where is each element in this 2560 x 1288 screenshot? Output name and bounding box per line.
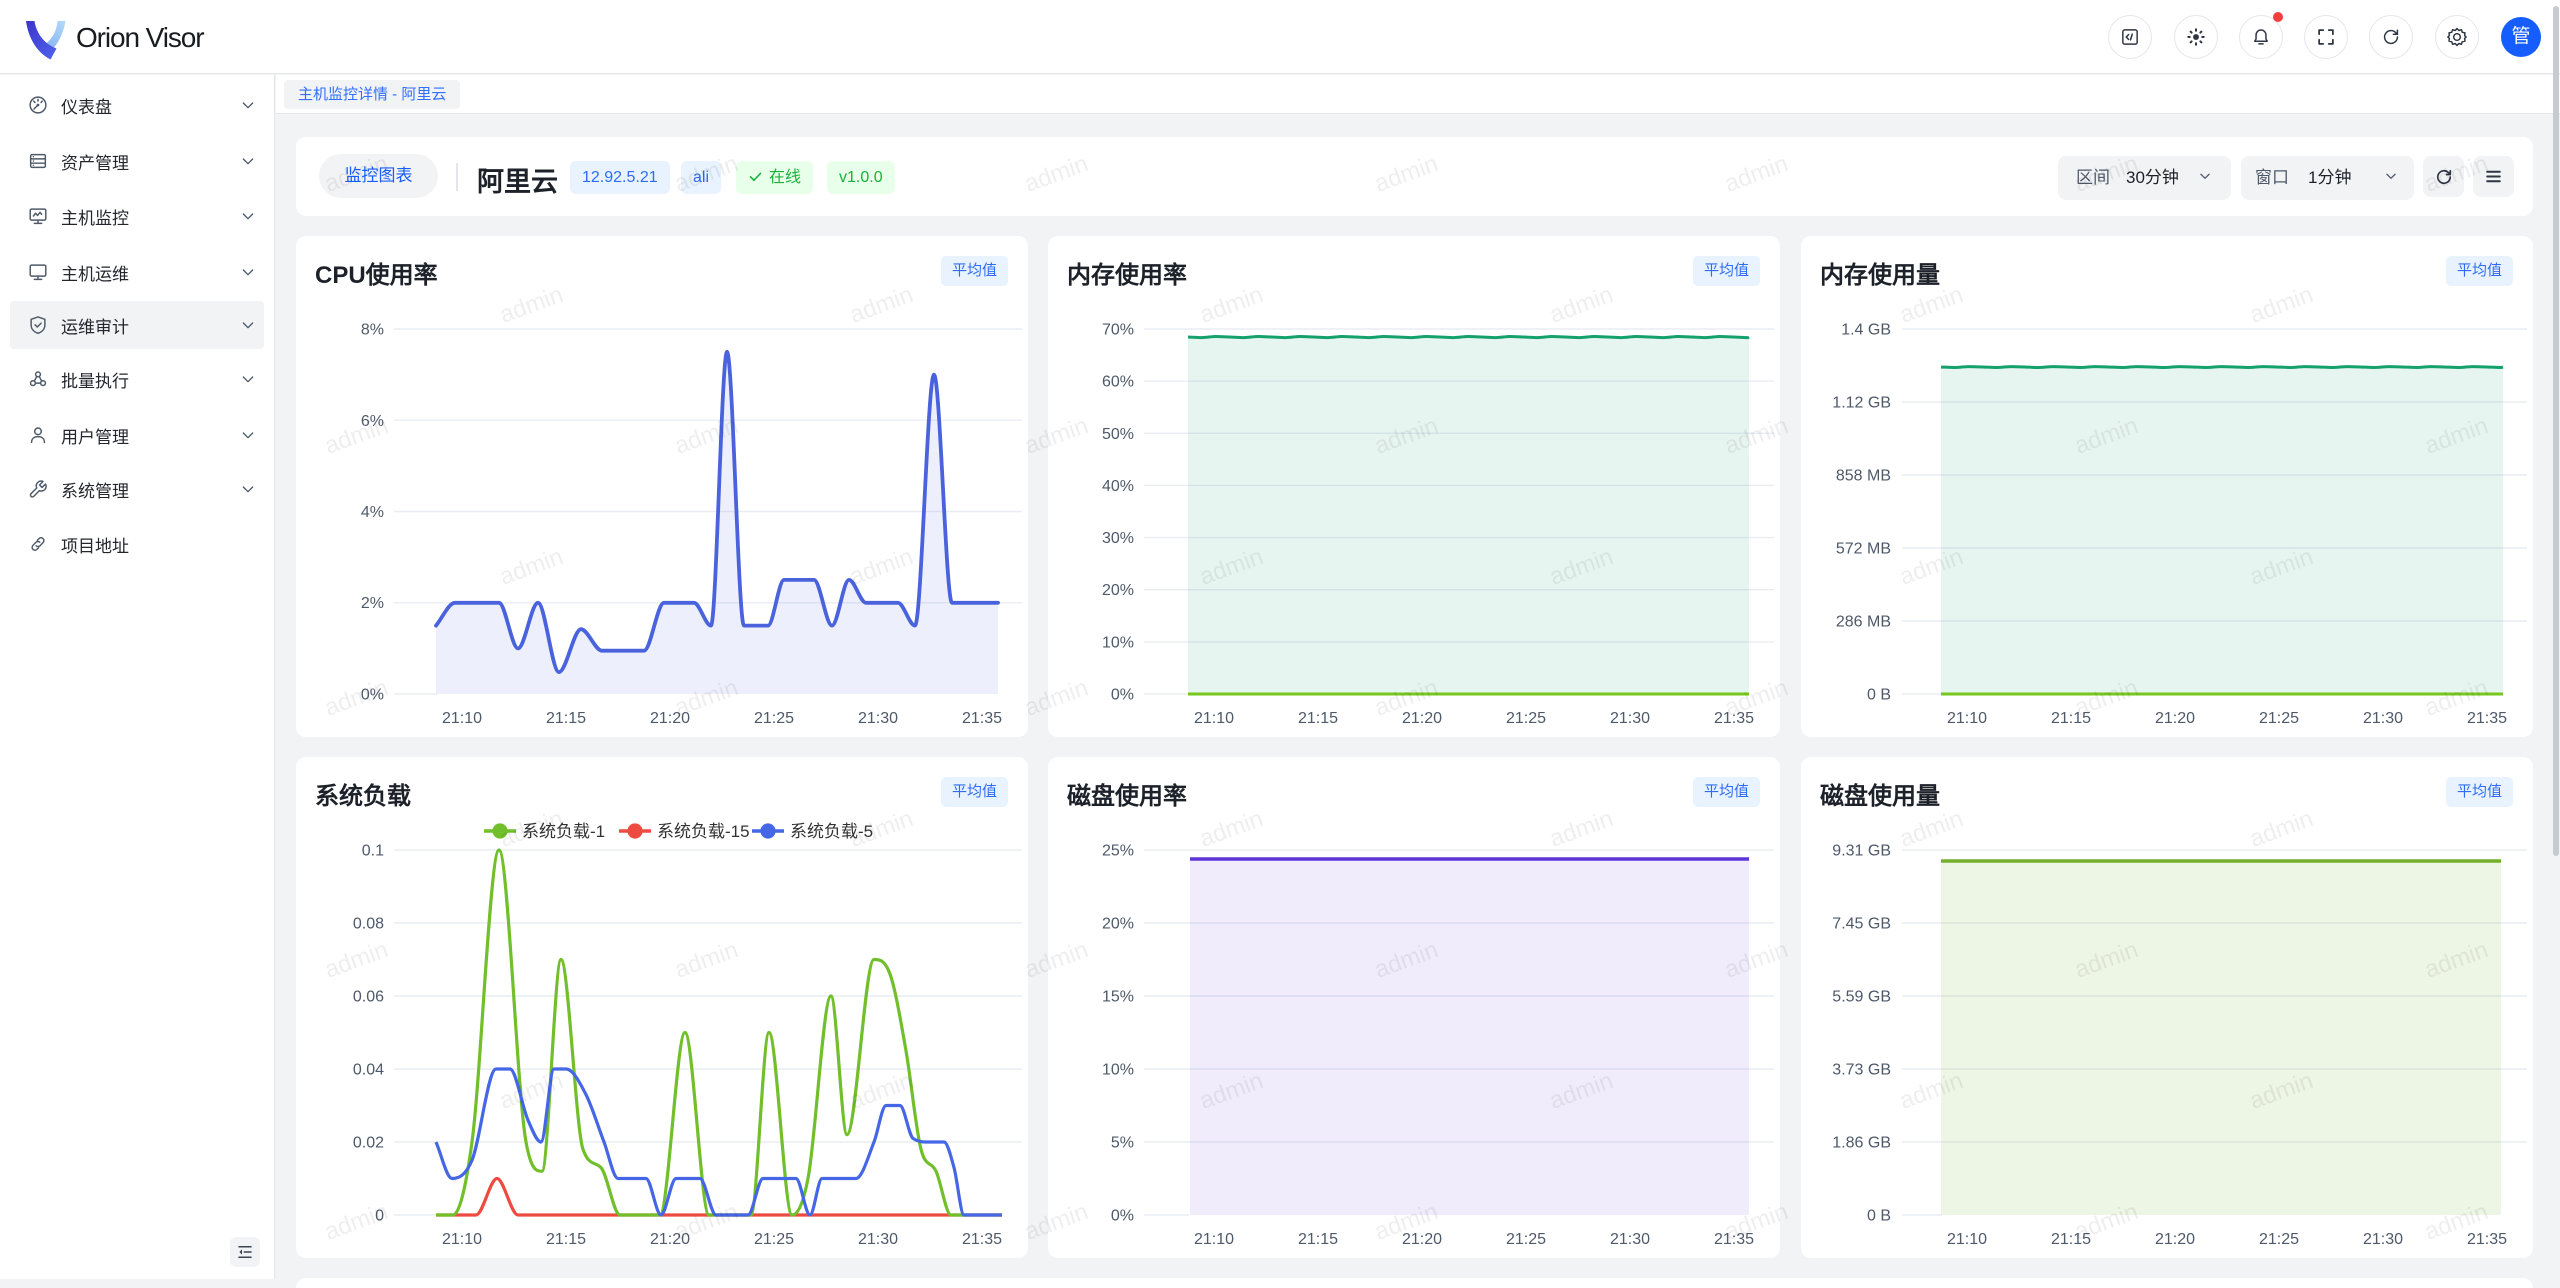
svg-text:0 B: 0 B xyxy=(1867,687,1891,704)
svg-text:60%: 60% xyxy=(1102,374,1134,391)
svg-text:21:20: 21:20 xyxy=(650,710,690,727)
svg-text:21:30: 21:30 xyxy=(1610,1231,1650,1248)
svg-text:20%: 20% xyxy=(1102,582,1134,599)
svg-text:286 MB: 286 MB xyxy=(1836,614,1891,631)
svg-text:0.08: 0.08 xyxy=(353,916,384,933)
svg-text:21:30: 21:30 xyxy=(2363,1231,2403,1248)
svg-text:1.4 GB: 1.4 GB xyxy=(1841,322,1891,339)
svg-text:21:20: 21:20 xyxy=(1402,1231,1442,1248)
svg-text:572 MB: 572 MB xyxy=(1836,541,1891,558)
svg-text:0.04: 0.04 xyxy=(353,1062,384,1079)
svg-text:10%: 10% xyxy=(1102,634,1134,651)
svg-text:21:25: 21:25 xyxy=(2259,710,2299,727)
svg-text:50%: 50% xyxy=(1102,426,1134,443)
svg-text:系统负载-1: 系统负载-1 xyxy=(522,822,605,841)
svg-text:21:10: 21:10 xyxy=(1947,1231,1987,1248)
svg-text:3.73 GB: 3.73 GB xyxy=(1832,1062,1891,1079)
svg-text:0.06: 0.06 xyxy=(353,989,384,1006)
svg-text:21:30: 21:30 xyxy=(2363,710,2403,727)
svg-text:21:20: 21:20 xyxy=(2155,1231,2195,1248)
svg-text:858 MB: 858 MB xyxy=(1836,468,1891,485)
svg-text:21:15: 21:15 xyxy=(546,710,586,727)
svg-text:21:15: 21:15 xyxy=(1298,710,1338,727)
svg-text:2%: 2% xyxy=(361,595,384,612)
svg-text:5%: 5% xyxy=(1111,1135,1134,1152)
svg-text:0%: 0% xyxy=(361,687,384,704)
svg-text:21:20: 21:20 xyxy=(1402,710,1442,727)
svg-text:7.45 GB: 7.45 GB xyxy=(1832,916,1891,933)
svg-text:0%: 0% xyxy=(1111,687,1134,704)
svg-text:21:25: 21:25 xyxy=(1506,1231,1546,1248)
svg-text:21:15: 21:15 xyxy=(2051,710,2091,727)
svg-text:21:15: 21:15 xyxy=(2051,1231,2091,1248)
svg-text:21:35: 21:35 xyxy=(962,1231,1002,1248)
svg-text:0%: 0% xyxy=(1111,1208,1134,1225)
svg-text:21:35: 21:35 xyxy=(2467,1231,2507,1248)
svg-text:21:35: 21:35 xyxy=(1714,710,1754,727)
svg-text:21:35: 21:35 xyxy=(1714,1231,1754,1248)
svg-text:20%: 20% xyxy=(1102,916,1134,933)
svg-text:21:15: 21:15 xyxy=(546,1231,586,1248)
svg-text:21:30: 21:30 xyxy=(1610,710,1650,727)
svg-text:21:30: 21:30 xyxy=(858,1231,898,1248)
svg-text:21:10: 21:10 xyxy=(1194,710,1234,727)
svg-text:21:10: 21:10 xyxy=(442,710,482,727)
svg-text:1.12 GB: 1.12 GB xyxy=(1832,395,1891,412)
svg-text:21:10: 21:10 xyxy=(1194,1231,1234,1248)
svg-text:0 B: 0 B xyxy=(1867,1208,1891,1225)
svg-text:0.1: 0.1 xyxy=(362,843,384,860)
svg-text:40%: 40% xyxy=(1102,478,1134,495)
svg-text:21:30: 21:30 xyxy=(858,710,898,727)
svg-text:4%: 4% xyxy=(361,504,384,521)
svg-text:10%: 10% xyxy=(1102,1062,1134,1079)
svg-text:0.02: 0.02 xyxy=(353,1135,384,1152)
svg-text:21:20: 21:20 xyxy=(650,1231,690,1248)
svg-text:系统负载-15: 系统负载-15 xyxy=(657,822,750,841)
svg-text:70%: 70% xyxy=(1102,322,1134,339)
svg-text:21:10: 21:10 xyxy=(442,1231,482,1248)
svg-text:21:35: 21:35 xyxy=(962,710,1002,727)
svg-text:21:10: 21:10 xyxy=(1947,710,1987,727)
svg-text:0: 0 xyxy=(375,1208,384,1225)
svg-text:21:25: 21:25 xyxy=(754,1231,794,1248)
svg-text:15%: 15% xyxy=(1102,989,1134,1006)
svg-text:9.31 GB: 9.31 GB xyxy=(1832,843,1891,860)
svg-text:5.59 GB: 5.59 GB xyxy=(1832,989,1891,1006)
svg-text:21:20: 21:20 xyxy=(2155,710,2195,727)
svg-text:21:25: 21:25 xyxy=(754,710,794,727)
svg-text:21:15: 21:15 xyxy=(1298,1231,1338,1248)
svg-text:1.86 GB: 1.86 GB xyxy=(1832,1135,1891,1152)
svg-text:21:25: 21:25 xyxy=(1506,710,1546,727)
svg-text:25%: 25% xyxy=(1102,843,1134,860)
svg-text:8%: 8% xyxy=(361,322,384,339)
svg-text:21:35: 21:35 xyxy=(2467,710,2507,727)
svg-text:21:25: 21:25 xyxy=(2259,1231,2299,1248)
svg-text:6%: 6% xyxy=(361,413,384,430)
svg-text:30%: 30% xyxy=(1102,530,1134,547)
svg-text:系统负载-5: 系统负载-5 xyxy=(790,822,873,841)
